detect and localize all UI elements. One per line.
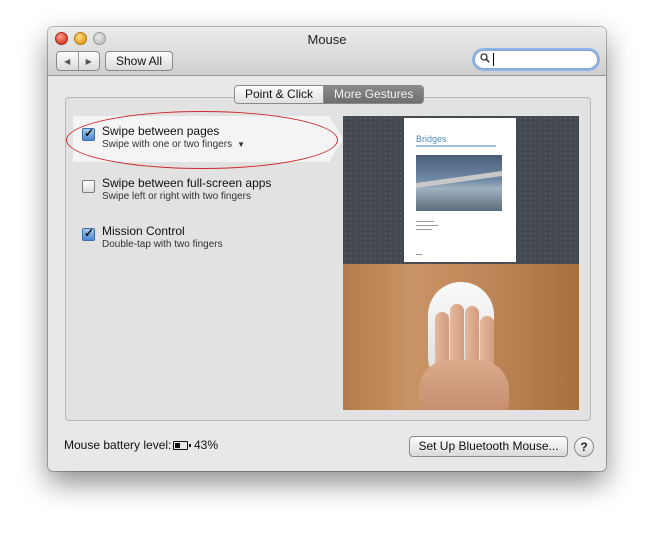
swipe-pages-checkbox[interactable]: ✓ (82, 126, 95, 141)
gesture-preview-video: Bridges (343, 116, 579, 410)
gesture-option-menu[interactable]: Swipe with one or two fingers ▼ (102, 139, 245, 150)
hand-image (413, 304, 523, 410)
gesture-title: Swipe between full-screen apps (102, 176, 272, 190)
show-all-button[interactable]: Show All (105, 51, 173, 71)
help-button[interactable]: ? (574, 437, 594, 457)
gesture-title: Mission Control (102, 224, 185, 238)
text-caret (493, 53, 494, 66)
titlebar: Mouse ◀ ▶ Show All (48, 27, 606, 76)
window-title: Mouse (307, 32, 347, 47)
gesture-item-mission-control[interactable]: ✓ Mission Control Double-tap with two fi… (73, 216, 323, 262)
tab-more-gestures[interactable]: More Gestures (324, 86, 424, 103)
search-field[interactable] (474, 50, 598, 69)
tab-point-and-click[interactable]: Point & Click (235, 86, 325, 103)
back-forward-control: ◀ ▶ (56, 51, 100, 71)
gesture-title: Swipe between pages (102, 124, 220, 138)
gesture-item-swipe-pages[interactable]: ✓ Swipe between pages Swipe with one or … (73, 116, 343, 162)
preview-document: Bridges (404, 118, 516, 262)
battery-level-label: Mouse battery level: (64, 438, 172, 452)
tab-bar: Point & Click More Gestures (234, 85, 425, 104)
document-subtitle-line (416, 145, 496, 147)
selection-pointer (329, 116, 343, 162)
search-icon (480, 52, 490, 66)
mouse-preferences-window: Mouse ◀ ▶ Show All Point & Click More Ge… (48, 27, 606, 471)
battery-level-value: 43% (194, 438, 219, 452)
checkmark-icon: ✓ (84, 126, 95, 140)
battery-fill (175, 443, 180, 448)
document-title: Bridges (416, 134, 447, 144)
bridge-photo (416, 155, 502, 211)
swipe-fullscreen-checkbox[interactable] (82, 180, 95, 193)
gesture-subtitle: Swipe left or right with two fingers (102, 191, 251, 202)
mission-control-checkbox[interactable]: ✓ (82, 226, 95, 241)
back-arrow-icon[interactable]: ◀ (57, 52, 79, 70)
gesture-item-swipe-fullscreen[interactable]: Swipe between full-screen apps Swipe lef… (73, 168, 323, 214)
gesture-subtitle: Double-tap with two fingers (102, 239, 223, 250)
wooden-desk (343, 264, 579, 410)
forward-arrow-icon[interactable]: ▶ (79, 52, 100, 70)
checkmark-icon: ✓ (84, 226, 95, 240)
set-up-bluetooth-mouse-button[interactable]: Set Up Bluetooth Mouse... (409, 436, 568, 457)
battery-icon (173, 441, 191, 450)
dropdown-triangle-icon: ▼ (237, 140, 245, 149)
